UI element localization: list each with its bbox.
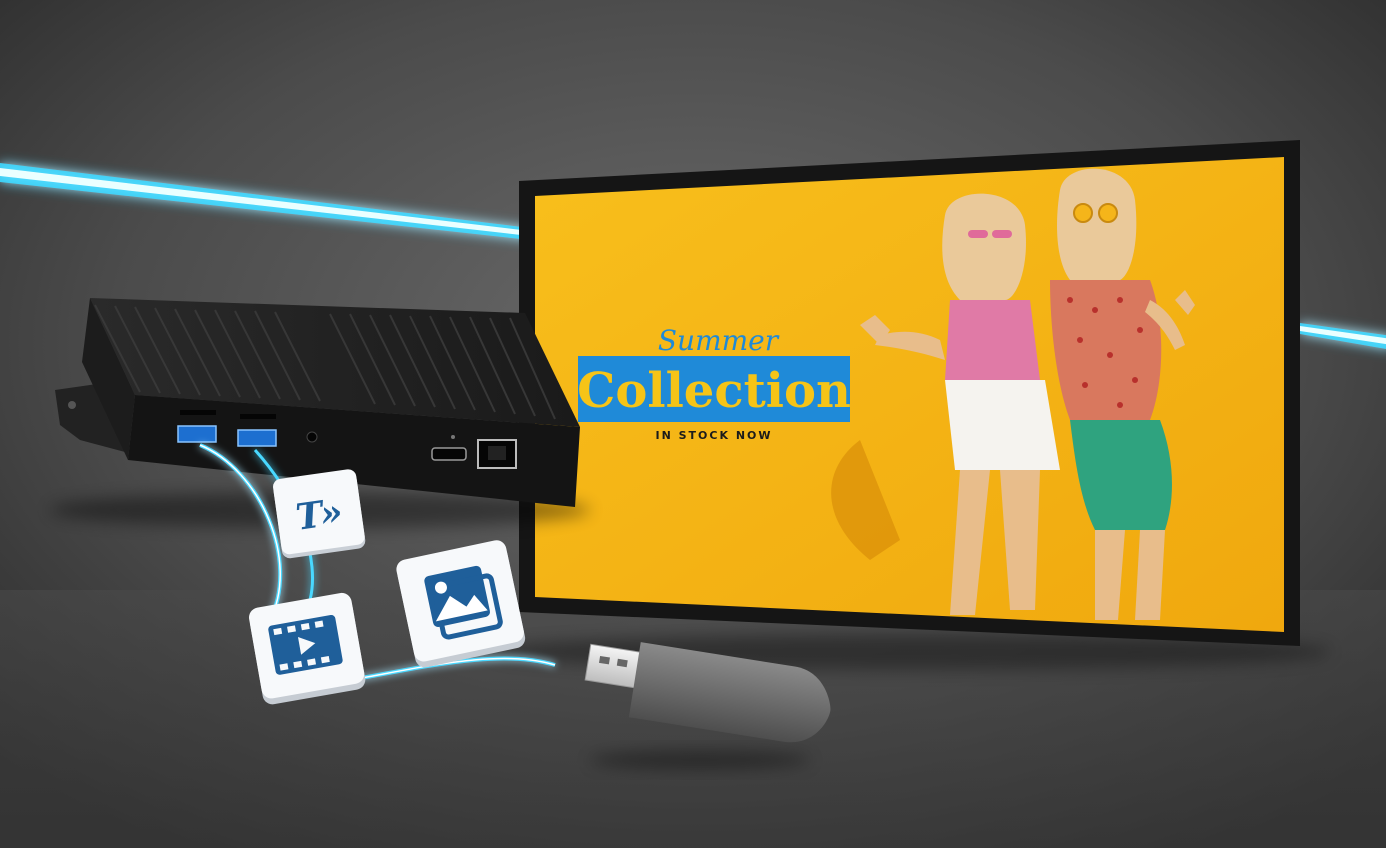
hdmi-port	[431, 447, 467, 461]
image-tile	[396, 540, 526, 668]
usb-connector	[584, 643, 643, 689]
video-tile	[249, 592, 366, 705]
audio-jack	[306, 431, 318, 443]
card-slot-1	[180, 410, 216, 415]
text-icon: T»	[293, 491, 345, 539]
usb-port-2	[237, 429, 277, 447]
digital-signage-scene: Summer Collection IN STOCK NOW T»	[0, 0, 1392, 855]
promo-script-word: Summer	[658, 324, 780, 357]
promo-main-word: Collection	[577, 363, 851, 419]
text-tile: T»	[273, 469, 366, 559]
promo-tagline: IN STOCK NOW	[655, 429, 772, 442]
display-monitor: Summer Collection IN STOCK NOW	[490, 140, 1330, 670]
card-slot-2	[240, 414, 276, 419]
usb-port-1	[177, 425, 217, 443]
